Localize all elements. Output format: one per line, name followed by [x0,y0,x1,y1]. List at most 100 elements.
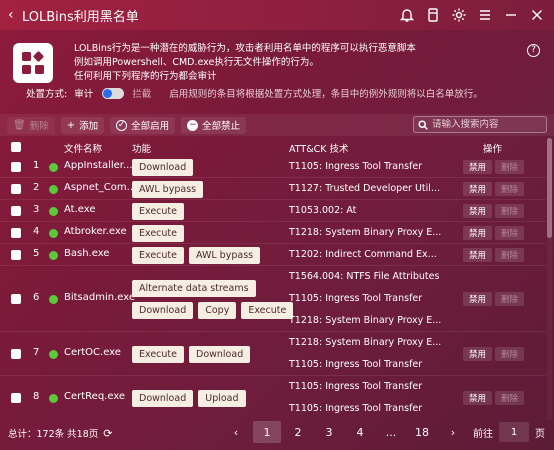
disable-button[interactable]: 禁用 [463,248,492,262]
next-page-button[interactable]: › [439,421,467,443]
technique-item: T1202: Indirect Command Ex... [289,249,437,260]
function-buttons: Execute AWL bypass [132,246,261,264]
function-button[interactable]: Alternate data streams [132,279,256,297]
disable-button[interactable]: 禁用 [463,292,492,306]
disable-button[interactable]: 禁用 [463,226,492,240]
function-button[interactable]: Execute [241,301,294,319]
page-button[interactable]: 3 [315,421,343,443]
goto-unit: 页 [535,428,545,440]
delete-row-button[interactable]: 删除 [495,182,524,196]
function-button[interactable]: Download [189,345,251,363]
delete-row-button[interactable]: 删除 [495,248,524,262]
technique-item: T1105: Ingress Tool Transfer [289,403,423,413]
mode-audit-label: 审计 [74,89,94,100]
page-button[interactable]: 2 [284,421,312,443]
goto-label: 前往 [473,428,493,440]
prev-page-button[interactable]: ‹ [222,421,250,443]
lolbins-logo-icon [13,43,53,83]
row-checkbox[interactable] [11,184,21,194]
back-arrow-icon[interactable]: ‹ [8,7,20,23]
page-button[interactable]: 1 [253,421,281,443]
disable-button[interactable]: 禁用 [463,347,492,361]
mode-toggle[interactable] [102,87,125,99]
mode-label: 处置方式: [26,89,68,100]
function-button[interactable]: Download [132,389,194,407]
function-button[interactable]: Download [132,158,194,176]
function-buttons: Download Upload [132,389,246,407]
page-button[interactable]: 4 [346,421,374,443]
function-button[interactable]: AWL bypass [189,246,261,264]
disable-button[interactable]: 禁用 [463,160,492,174]
status-dot-icon [49,228,58,238]
row-checkbox[interactable] [11,294,21,304]
minus-circle-icon: − [187,119,199,131]
row-checkbox[interactable] [11,250,21,260]
function-button[interactable]: Upload [198,389,246,407]
function-button[interactable]: Execute [132,202,184,220]
table-row: 3 At.exe Execute T1053.002: At 禁用 删除 [0,200,546,222]
disable-button[interactable]: 禁用 [463,391,492,405]
delete-row-button[interactable]: 删除 [495,226,524,240]
header-operations: 操作 [483,144,503,155]
footer: 总计：172条 共18页 ⟳ ‹ 1 2 3 4... 18 › 前往 1 页 [0,417,554,450]
delete-row-button[interactable]: 删除 [495,204,524,218]
minimize-icon[interactable] [502,6,520,24]
function-button[interactable]: Execute [132,224,184,242]
search-box [413,116,547,133]
select-all-checkbox[interactable] [11,142,21,152]
function-buttons: Execute Download [132,345,251,363]
window-controls [398,6,546,24]
row-number: 5 [33,248,40,259]
delete-label: 删除 [29,121,49,132]
row-checkbox[interactable] [11,393,21,403]
delete-row-button[interactable]: 删除 [495,391,524,405]
bell-icon[interactable] [398,6,416,24]
row-number: 2 [33,182,40,193]
disable-button[interactable]: 禁用 [463,204,492,218]
technique-list: T1202: Indirect Command Ex... [289,244,437,266]
page-ellipsis: ... [385,425,397,439]
menu-icon[interactable] [476,6,494,24]
function-button[interactable]: Copy [198,301,237,319]
delete-row-button[interactable]: 删除 [495,347,524,361]
gear-icon[interactable] [450,6,468,24]
table-row: 5 Bash.exe Execute AWL bypass T1202: Indirec… [0,244,546,266]
row-checkbox[interactable] [11,162,21,172]
shirt-icon[interactable] [424,6,442,24]
row-operations: 禁用 删除 [463,391,524,405]
row-operations: 禁用 删除 [463,248,524,262]
page-button[interactable]: 18 [408,421,436,443]
handling-mode: 处置方式: 审计 拦截 启用规则的条目将根据处置方式处理，条目中的例外规则将以白… [26,86,483,100]
delete-button[interactable]: 🗑 删除 [7,116,55,134]
search-input[interactable] [432,119,542,130]
disable-all-button[interactable]: − 全部禁止 [181,116,247,134]
disable-button[interactable]: 禁用 [463,182,492,196]
delete-row-button[interactable]: 删除 [495,292,524,306]
total-count: 总计：172条 共18页 ⟳ [8,426,112,441]
function-button[interactable]: Execute [132,246,184,264]
status-dot-icon [49,393,58,403]
add-button[interactable]: + 添加 [60,116,105,134]
function-button-line: AWL bypass [132,180,204,198]
technique-list: T1105: Ingress Tool Transfer T1105: Ingre… [289,376,422,413]
function-button[interactable]: Download [132,301,194,319]
close-icon[interactable] [528,6,546,24]
table-row: 8 CertReq.exe Download Upload T1105: Ingress… [0,376,546,413]
row-checkbox[interactable] [11,206,21,216]
file-name: Bash.exe [64,248,110,259]
enable-all-button[interactable]: ✓ 全部启用 [110,116,176,134]
function-button[interactable]: AWL bypass [132,180,204,198]
function-button[interactable]: Execute [132,345,184,363]
function-button-line: Alternate data streams [132,279,293,297]
delete-row-button[interactable]: 删除 [495,160,524,174]
function-button-line: Execute Download [132,345,251,363]
total-label: 总计：172条 共18页 [8,429,99,440]
goto-page-input[interactable]: 1 [499,422,529,442]
function-buttons: Execute [132,202,184,220]
file-name: Aspnet_Com... [64,182,137,193]
technique-item: T1105: Ingress Tool Transfer [289,293,423,304]
row-checkbox[interactable] [11,349,21,359]
row-checkbox[interactable] [11,228,21,238]
refresh-icon[interactable]: ⟳ [103,427,112,440]
help-icon[interactable]: ? [527,44,540,57]
